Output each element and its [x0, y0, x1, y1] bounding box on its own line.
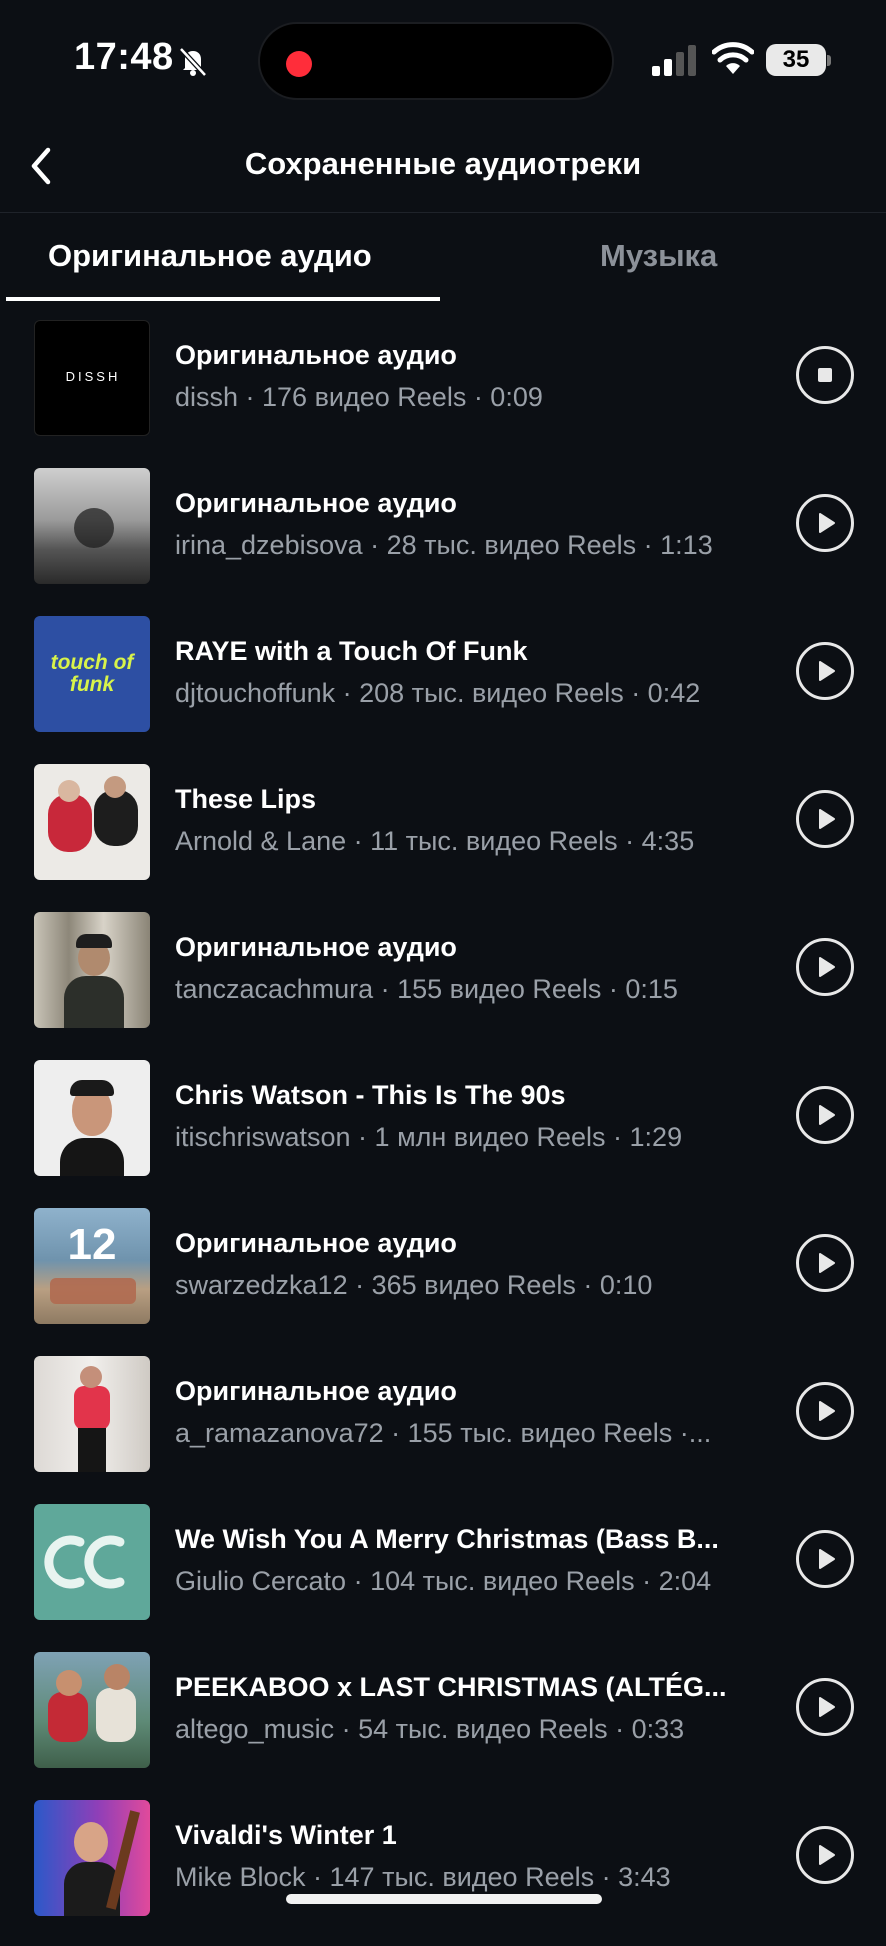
battery-icon: 35 [766, 44, 831, 76]
track-title: Оригинальное аудио [175, 1228, 457, 1258]
play-button[interactable] [796, 494, 854, 552]
track-cover [34, 912, 150, 1028]
play-button[interactable] [796, 1382, 854, 1440]
list-item[interactable]: 12 Оригинальное аудио swarzedzka12 · 365… [0, 1206, 886, 1354]
track-cover [34, 468, 150, 584]
nav-header: Сохраненные аудиотреки [0, 120, 886, 212]
track-meta: Giulio Cercato · 104 тыс. видео Reels · … [175, 1566, 712, 1596]
track-title: Vivaldi's Winter 1 [175, 1820, 397, 1850]
play-icon [819, 1105, 835, 1125]
track-title: PEEKABOO x LAST CHRISTMAS (ALTÉG... [175, 1672, 727, 1702]
track-meta: Arnold & Lane · 11 тыс. видео Reels · 4:… [175, 826, 695, 856]
play-button[interactable] [796, 1530, 854, 1588]
track-title: RAYE with a Touch Of Funk [175, 636, 528, 666]
track-title: Оригинальное аудио [175, 488, 457, 518]
track-meta: itischriswatson · 1 млн видео Reels · 1:… [175, 1122, 683, 1152]
list-item[interactable]: Оригинальное аудио irina_dzebisova · 28 … [0, 466, 886, 614]
play-button[interactable] [796, 1678, 854, 1736]
track-title: We Wish You A Merry Christmas (Bass B... [175, 1524, 719, 1554]
list-item[interactable]: Оригинальное аудио a_ramazanova72 · 155 … [0, 1354, 886, 1502]
track-title: Оригинальное аудио [175, 1376, 457, 1406]
status-time: 17:48 [74, 36, 174, 78]
play-button[interactable] [796, 938, 854, 996]
recording-indicator-icon [286, 51, 312, 77]
track-meta: Mike Block · 147 тыс. видео Reels · 3:43 [175, 1862, 671, 1892]
cover-logo-text: touch of funk [50, 651, 134, 696]
track-cover [34, 764, 150, 880]
tab-original-audio[interactable]: Оригинальное аудио [48, 238, 372, 274]
track-meta: irina_dzebisova · 28 тыс. видео Reels · … [175, 530, 713, 560]
play-button[interactable] [796, 642, 854, 700]
list-item[interactable]: Vivaldi's Winter 1 Mike Block · 147 тыс.… [0, 1798, 886, 1946]
play-icon [819, 1401, 835, 1421]
play-icon [819, 957, 835, 977]
track-meta: altego_music · 54 тыс. видео Reels · 0:3… [175, 1714, 685, 1744]
track-meta: a_ramazanova72 · 155 тыс. видео Reels ·.… [175, 1418, 712, 1448]
stop-icon [818, 368, 832, 382]
play-icon [819, 661, 835, 681]
play-icon [819, 513, 835, 533]
track-meta: tanczacachmura · 155 видео Reels · 0:15 [175, 974, 678, 1004]
list-item[interactable]: Оригинальное аудио tanczacachmura · 155 … [0, 910, 886, 1058]
track-title: Оригинальное аудио [175, 932, 457, 962]
list-item[interactable]: We Wish You A Merry Christmas (Bass B...… [0, 1502, 886, 1650]
wifi-icon [712, 42, 754, 74]
play-icon [819, 1549, 835, 1569]
play-button[interactable] [796, 1826, 854, 1884]
bell-muted-icon [179, 47, 207, 77]
tab-music[interactable]: Музыка [600, 238, 717, 274]
track-cover [34, 1060, 150, 1176]
list-item[interactable]: touch of funk RAYE with a Touch Of Funk … [0, 614, 886, 762]
cover-logo-text: DISSH [65, 369, 121, 384]
list-item[interactable]: Chris Watson - This Is The 90s itischris… [0, 1058, 886, 1206]
track-title: Chris Watson - This Is The 90s [175, 1080, 566, 1110]
stop-button[interactable] [796, 346, 854, 404]
header-divider [0, 212, 886, 213]
play-button[interactable] [796, 790, 854, 848]
track-meta: dissh · 176 видео Reels · 0:09 [175, 382, 543, 412]
play-icon [819, 1697, 835, 1717]
page-title: Сохраненные аудиотреки [244, 146, 642, 181]
track-title: Оригинальное аудио [175, 340, 457, 370]
track-cover: DISSH [34, 320, 150, 436]
track-cover: touch of funk [34, 616, 150, 732]
cover-logo-icon [44, 1535, 125, 1589]
status-bar: 17:48 35 [0, 0, 886, 120]
battery-level: 35 [766, 44, 826, 76]
track-cover [34, 1800, 150, 1916]
track-cover [34, 1356, 150, 1472]
play-icon [819, 809, 835, 829]
list-item[interactable]: PEEKABOO x LAST CHRISTMAS (ALTÉG... alte… [0, 1650, 886, 1798]
play-button[interactable] [796, 1086, 854, 1144]
active-tab-indicator [6, 297, 440, 301]
track-cover [34, 1504, 150, 1620]
track-meta: swarzedzka12 · 365 видео Reels · 0:10 [175, 1270, 653, 1300]
list-item[interactable]: DISSH Оригинальное аудио dissh · 176 вид… [0, 318, 886, 466]
track-title: These Lips [175, 784, 317, 814]
play-icon [819, 1845, 835, 1865]
track-meta: djtouchoffunk · 208 тыс. видео Reels · 0… [175, 678, 701, 708]
home-indicator[interactable] [286, 1894, 602, 1904]
cellular-signal-icon [652, 45, 696, 76]
play-icon [819, 1253, 835, 1273]
track-cover [34, 1652, 150, 1768]
list-item[interactable]: These Lips Arnold & Lane · 11 тыс. видео… [0, 762, 886, 910]
cover-logo-text: 12 [67, 1220, 117, 1269]
play-button[interactable] [796, 1234, 854, 1292]
track-cover: 12 [34, 1208, 150, 1324]
dynamic-island [258, 22, 614, 100]
